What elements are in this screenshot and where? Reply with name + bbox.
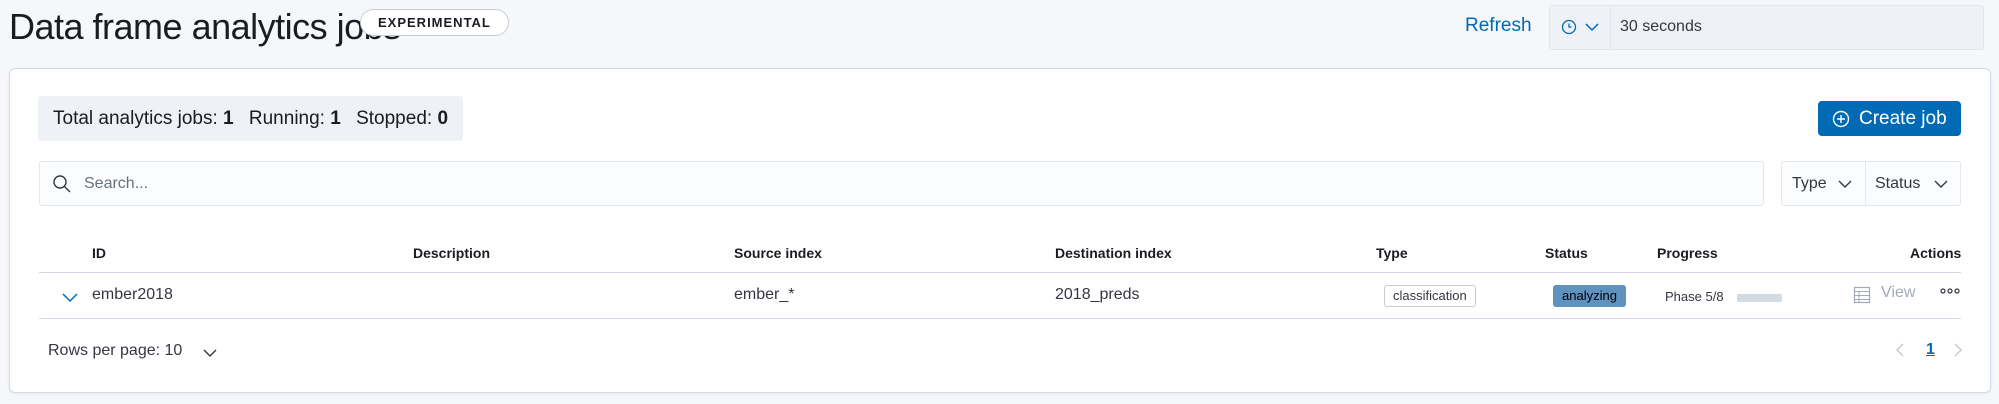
column-header-description: Description <box>413 245 491 261</box>
jobs-stats-bar: Total analytics jobs: 1 Running: 1 Stopp… <box>38 96 464 141</box>
refresh-interval-value: 30 seconds <box>1620 18 1702 35</box>
table-header-divider <box>39 272 1961 273</box>
column-header-destination-index[interactable]: Destination index <box>1055 245 1172 261</box>
progress-bar <box>1737 294 1782 302</box>
column-header-status[interactable]: Status <box>1545 245 1588 261</box>
column-header-actions: Actions <box>1910 245 1962 261</box>
stopped-jobs-value: 0 <box>437 108 449 129</box>
chevron-down-icon <box>203 349 217 357</box>
total-jobs-value: 1 <box>223 108 234 129</box>
refresh-button[interactable]: Refresh <box>1465 15 1532 37</box>
column-header-id[interactable]: ID <box>92 245 106 261</box>
search-box <box>39 161 1764 206</box>
next-page-icon[interactable] <box>1952 341 1964 359</box>
page-title: Data frame analytics jobs <box>9 6 401 47</box>
type-filter-button[interactable]: Type <box>1792 162 1872 205</box>
status-filter-label: Status <box>1875 175 1921 192</box>
table-row-divider <box>39 318 1961 319</box>
create-job-label: Create job <box>1859 108 1947 129</box>
chevron-down-icon <box>1838 180 1852 188</box>
status-filter-button[interactable]: Status <box>1875 162 1960 205</box>
destination-index-cell: 2018_preds <box>1055 286 1140 303</box>
progress-phase-text: Phase 5/8 <box>1665 289 1724 304</box>
running-jobs-value: 1 <box>330 108 341 129</box>
view-job-label: View <box>1881 284 1916 301</box>
column-header-progress: Progress <box>1657 245 1718 261</box>
type-filter-label: Type <box>1792 175 1827 192</box>
page-number-button[interactable]: 1 <box>1926 341 1935 359</box>
experimental-badge: EXPERIMENTAL <box>360 9 509 36</box>
refresh-interval-toggle[interactable] <box>1550 6 1611 49</box>
jobs-panel: Total analytics jobs: 1 Running: 1 Stopp… <box>9 68 1991 393</box>
more-actions-icon[interactable] <box>1940 287 1960 295</box>
source-index-cell: ember_* <box>734 286 795 303</box>
plus-circle-icon <box>1832 110 1850 128</box>
job-type-badge: classification <box>1384 285 1476 307</box>
previous-page-icon[interactable] <box>1894 341 1906 359</box>
refresh-interval-picker[interactable]: 30 seconds <box>1549 5 1984 50</box>
total-jobs-label: Total analytics jobs: <box>53 108 218 129</box>
chevron-down-icon[interactable] <box>61 291 79 303</box>
create-job-button[interactable]: Create job <box>1818 101 1961 136</box>
chevron-down-icon <box>1585 23 1599 32</box>
chevron-down-icon <box>1934 180 1948 188</box>
clock-icon <box>1561 19 1577 35</box>
filter-divider <box>1865 162 1866 205</box>
stopped-jobs-label: Stopped: <box>356 108 433 129</box>
page-header: Data frame analytics jobs EXPERIMENTAL R… <box>0 0 1999 60</box>
filter-group: Type Status <box>1781 161 1961 206</box>
table-icon <box>1853 286 1871 304</box>
search-input[interactable] <box>84 162 1754 205</box>
column-header-source-index[interactable]: Source index <box>734 245 822 261</box>
job-id-cell: ember2018 <box>92 286 173 303</box>
column-header-type[interactable]: Type <box>1376 245 1408 261</box>
running-jobs-label: Running: <box>248 108 325 129</box>
rows-per-page-button[interactable]: Rows per page: 10 <box>48 342 217 360</box>
rows-per-page-label: Rows per page: 10 <box>48 342 183 359</box>
search-icon <box>53 175 71 193</box>
job-status-badge: analyzing <box>1553 285 1626 307</box>
